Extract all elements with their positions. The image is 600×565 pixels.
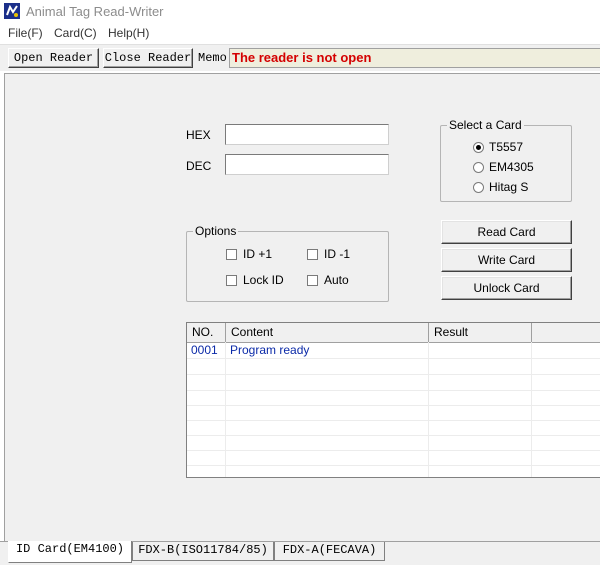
dec-input[interactable] [225,154,389,175]
unlock-card-button[interactable]: Unlock Card [441,276,572,300]
checkbox-icon [226,248,237,260]
check-auto[interactable]: Auto [307,273,349,287]
options-group: Options ID +1 ID -1 Lock ID Auto [186,224,389,302]
window-title: Animal Tag Read-Writer [26,4,164,19]
tab-id-card-em4100[interactable]: ID Card(EM4100) [8,541,132,563]
select-card-title: Select a Card [447,118,524,132]
table-row-empty [187,390,600,406]
radio-icon [473,161,484,173]
status-message: The reader is not open [229,48,600,68]
hex-input[interactable] [225,124,389,145]
open-reader-button[interactable]: Open Reader [8,48,99,68]
menu-help[interactable]: Help(H) [108,26,149,40]
table-row[interactable]: 0001 Program ready [187,343,600,359]
check-id-minus-1[interactable]: ID -1 [307,247,350,261]
options-title: Options [193,224,239,238]
checkbox-icon [307,274,318,286]
checkbox-icon [307,248,318,260]
table-row-empty [187,375,600,391]
log-table-header: NO. Content Result [187,323,600,343]
column-header-no[interactable]: NO. [187,323,226,342]
column-header-content[interactable]: Content [226,323,429,342]
cell-content: Program ready [230,343,310,357]
radio-label: Hitag S [489,180,529,194]
close-reader-button[interactable]: Close Reader [103,48,193,68]
table-row-empty [187,450,600,466]
radio-hitag-s[interactable]: Hitag S [473,180,528,194]
radio-selected-icon [473,141,484,153]
table-row-empty [187,435,600,451]
app-icon [4,3,20,19]
radio-t5557[interactable]: T5557 [473,140,523,154]
hex-label: HEX [186,128,211,142]
menu-card[interactable]: Card(C) [54,26,97,40]
radio-icon [473,181,484,193]
column-header-result[interactable]: Result [429,323,532,342]
checkbox-label: Auto [324,273,349,287]
toolbar: Open Reader Close Reader Memo The reader… [0,44,600,71]
checkbox-label: ID -1 [324,247,351,261]
cell-no: 0001 [191,343,218,357]
dec-label: DEC [186,159,212,173]
tab-fdx-b[interactable]: FDX-B(ISO11784/85) [132,542,274,561]
check-id-plus-1[interactable]: ID +1 [226,247,272,261]
checkbox-icon [226,274,237,286]
checkbox-label: Lock ID [243,273,284,287]
check-lock-id[interactable]: Lock ID [226,273,284,287]
radio-em4305[interactable]: EM4305 [473,160,534,174]
log-table[interactable]: NO. Content Result 0001 Program ready [186,322,600,478]
menu-bar: File(F) Card(C) Help(H) [0,22,600,44]
menu-file[interactable]: File(F) [8,26,43,40]
select-card-group: Select a Card T5557 EM4305 Hitag S [440,118,572,202]
table-row-empty [187,405,600,421]
tab-fdx-a[interactable]: FDX-A(FECAVA) [274,542,385,561]
radio-label: T5557 [489,140,524,154]
read-card-button[interactable]: Read Card [441,220,572,244]
cell-result [429,343,532,358]
checkbox-label: ID +1 [243,247,273,261]
tab-strip: ID Card(EM4100) FDX-B(ISO11784/85) FDX-A… [0,541,600,565]
title-bar: Animal Tag Read-Writer [0,0,600,22]
write-card-button[interactable]: Write Card [441,248,572,272]
table-row-empty [187,359,600,375]
memo-label: Memo [198,51,227,65]
radio-label: EM4305 [489,160,534,174]
table-row-empty [187,420,600,436]
